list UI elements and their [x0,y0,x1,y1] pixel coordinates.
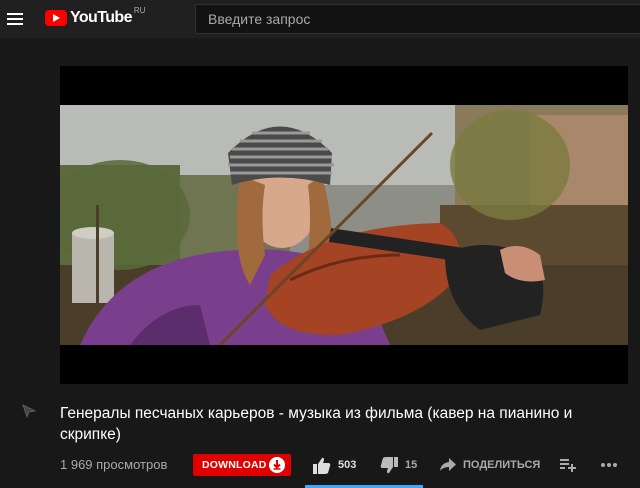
video-frame [60,105,628,345]
pointer-cursor-icon [22,404,36,418]
search-box[interactable] [195,4,640,34]
logo-region: RU [133,6,146,15]
download-label: DOWNLOAD [202,459,267,471]
video-title: Генералы песчаных карьеров - музыка из ф… [60,405,573,443]
share-icon [440,458,456,471]
more-button[interactable] [600,454,618,476]
logo-text: YouTube [70,9,132,26]
top-bar: YouTube RU [0,0,640,38]
view-count: 1 969 просмотров [60,457,168,472]
dislike-button[interactable]: 15 [380,454,417,476]
add-to-playlist-button[interactable] [560,454,576,476]
thumbs-up-icon [313,457,331,474]
like-count: 503 [338,459,357,471]
more-icon [601,463,617,467]
dislike-count: 15 [405,459,418,471]
share-label: ПОДЕЛИТЬСЯ [463,459,541,471]
video-frame-image [60,105,628,345]
video-player[interactable] [60,66,628,384]
add-to-playlist-icon [560,459,576,472]
share-button[interactable]: ПОДЕЛИТЬСЯ [440,454,540,476]
menu-icon[interactable] [7,13,23,25]
download-button[interactable]: DOWNLOAD [193,454,291,476]
search-input[interactable] [206,10,640,28]
video-meta-row: 1 969 просмотров DOWNLOAD 503 15 ПОДЕЛИТ… [60,450,630,478]
youtube-logo-icon [45,10,67,26]
youtube-logo[interactable]: YouTube RU [45,6,146,27]
thumbs-down-icon [380,456,398,473]
download-arrow-icon [269,457,285,473]
like-button[interactable]: 503 [313,454,356,476]
